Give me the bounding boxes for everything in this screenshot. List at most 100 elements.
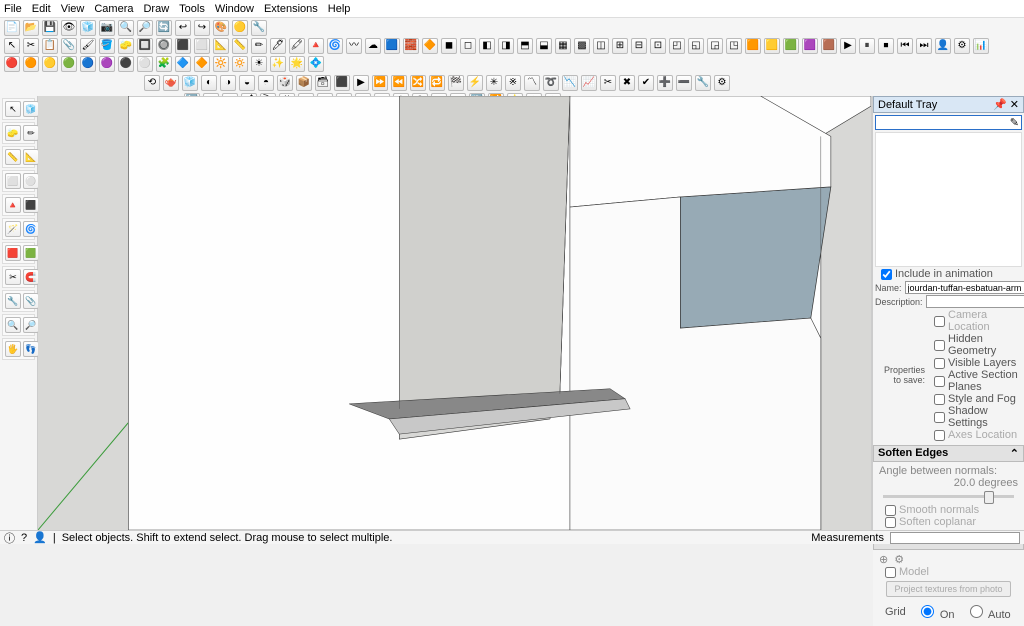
left-tool-0-1[interactable]: 🧊 [23, 101, 39, 117]
toolbar2-btn-18[interactable]: 〰 [346, 38, 362, 54]
toolbar2-btn-38[interactable]: ◳ [726, 38, 742, 54]
left-tool-9-0[interactable]: 🔍 [5, 317, 21, 333]
toolbar4-btn-2[interactable]: 🧊 [182, 75, 198, 91]
toolbar3-btn-0[interactable]: 🔴 [4, 56, 20, 72]
left-tool-10-1[interactable]: 👣 [23, 341, 39, 357]
toolbar2-btn-42[interactable]: 🟪 [802, 38, 818, 54]
toolbar2-btn-44[interactable]: ▶ [840, 38, 856, 54]
toolbar1-btn-2[interactable]: 💾 [42, 20, 58, 36]
toolbar2-btn-39[interactable]: 🟧 [745, 38, 761, 54]
left-tool-4-1[interactable]: ⬛ [23, 197, 39, 213]
toolbar4-btn-19[interactable]: ※ [505, 75, 521, 91]
toolbar2-btn-46[interactable]: ⏹ [878, 38, 894, 54]
chk-soften-coplanar[interactable]: Soften coplanar [885, 516, 1018, 528]
scenes-swatch[interactable]: ✎ [875, 115, 1022, 130]
toolbar3-btn-1[interactable]: 🟠 [23, 56, 39, 72]
toolbar4-btn-21[interactable]: ➰ [543, 75, 559, 91]
toolbar1-btn-0[interactable]: 📄 [4, 20, 20, 36]
radio-grid-auto[interactable]: Auto [965, 602, 1011, 621]
toolbar2-btn-29[interactable]: ▦ [555, 38, 571, 54]
chk-smooth-normals[interactable]: Smooth normals [885, 504, 1018, 516]
left-tool-10-0[interactable]: 🖐 [5, 341, 21, 357]
toolbar2-btn-16[interactable]: 🔺 [308, 38, 324, 54]
toolbar2-btn-33[interactable]: ⊟ [631, 38, 647, 54]
left-tool-9-1[interactable]: 🔎 [23, 317, 39, 333]
toolbar2-btn-51[interactable]: 📊 [973, 38, 989, 54]
toolbar4-btn-15[interactable]: 🔁 [429, 75, 445, 91]
toolbar4-btn-10[interactable]: ⬛ [334, 75, 350, 91]
toolbar3-btn-5[interactable]: 🟣 [99, 56, 115, 72]
toolbar4-btn-11[interactable]: ▶ [353, 75, 369, 91]
menu-extensions[interactable]: Extensions [264, 3, 318, 15]
toolbar2-btn-50[interactable]: ⚙ [954, 38, 970, 54]
toolbar2-btn-5[interactable]: 🪣 [99, 38, 115, 54]
toolbar1-btn-4[interactable]: 🧊 [80, 20, 96, 36]
toolbar3-btn-3[interactable]: 🟢 [61, 56, 77, 72]
toolbar2-btn-32[interactable]: ⊞ [612, 38, 628, 54]
toolbar4-btn-24[interactable]: ✂ [600, 75, 616, 91]
left-tool-7-0[interactable]: ✂ [5, 269, 21, 285]
left-tool-3-0[interactable]: ⬜ [5, 173, 21, 189]
menu-window[interactable]: Window [215, 3, 254, 15]
toolbar4-btn-29[interactable]: 🔧 [695, 75, 711, 91]
toolbar2-btn-14[interactable]: 🖊 [270, 38, 286, 54]
toolbar4-btn-20[interactable]: 〽 [524, 75, 540, 91]
soften-slider[interactable] [883, 495, 1014, 498]
toolbar4-btn-4[interactable]: ◑ [220, 75, 236, 91]
toolbar3-btn-2[interactable]: 🟡 [42, 56, 58, 72]
help-icon[interactable]: ? [21, 532, 27, 544]
menu-view[interactable]: View [61, 3, 85, 15]
toolbar1-btn-7[interactable]: 🔎 [137, 20, 153, 36]
toolbar2-btn-31[interactable]: ◫ [593, 38, 609, 54]
left-tool-6-0[interactable]: 🟥 [5, 245, 21, 261]
left-tool-1-0[interactable]: 🧽 [5, 125, 21, 141]
menu-camera[interactable]: Camera [94, 3, 133, 15]
panel-soften-edges[interactable]: Soften Edges⌃ [873, 445, 1024, 462]
toolbar2-btn-47[interactable]: ⏮ [897, 38, 913, 54]
toolbar2-btn-19[interactable]: ☁ [365, 38, 381, 54]
toolbar4-btn-6[interactable]: ◓ [258, 75, 274, 91]
toolbar2-btn-25[interactable]: ◧ [479, 38, 495, 54]
menu-edit[interactable]: Edit [32, 3, 51, 15]
toolbar2-btn-4[interactable]: 🖌 [80, 38, 96, 54]
match-add-icon[interactable]: ⊕ [879, 553, 888, 566]
menu-draw[interactable]: Draw [143, 3, 169, 15]
btn-project-textures[interactable]: Project textures from photo [886, 581, 1011, 597]
toolbar2-btn-24[interactable]: ◻ [460, 38, 476, 54]
toolbar4-btn-3[interactable]: ◐ [201, 75, 217, 91]
toolbar2-btn-0[interactable]: ↖ [4, 38, 20, 54]
toolbar3-btn-6[interactable]: ⚫ [118, 56, 134, 72]
left-tool-5-1[interactable]: 🌀 [23, 221, 39, 237]
chk-include-animation[interactable]: Include in animation [881, 268, 1022, 280]
chk-prop-4[interactable]: Style and Fog [934, 393, 1022, 405]
toolbar4-btn-26[interactable]: ✔ [638, 75, 654, 91]
toolbar3-btn-11[interactable]: 🔆 [213, 56, 229, 72]
toolbar1-btn-1[interactable]: 📂 [23, 20, 39, 36]
tray-pin-icon[interactable]: 📌 ✕ [993, 98, 1019, 111]
chk-prop-2[interactable]: Visible Layers [934, 357, 1022, 369]
left-tool-2-1[interactable]: 📐 [23, 149, 39, 165]
menu-file[interactable]: File [4, 3, 22, 15]
menu-tools[interactable]: Tools [179, 3, 205, 15]
toolbar4-btn-8[interactable]: 📦 [296, 75, 312, 91]
chk-prop-1[interactable]: Hidden Geometry [934, 333, 1022, 357]
toolbar4-btn-22[interactable]: 📉 [562, 75, 578, 91]
toolbar4-btn-0[interactable]: ⟲ [144, 75, 160, 91]
toolbar2-btn-10[interactable]: ⬜ [194, 38, 210, 54]
toolbar3-btn-14[interactable]: ✨ [270, 56, 286, 72]
toolbar2-btn-6[interactable]: 🧽 [118, 38, 134, 54]
toolbar2-btn-34[interactable]: ⊡ [650, 38, 666, 54]
toolbar4-btn-16[interactable]: 🏁 [448, 75, 464, 91]
menu-help[interactable]: Help [328, 3, 351, 15]
toolbar2-btn-8[interactable]: 🔘 [156, 38, 172, 54]
toolbar2-btn-7[interactable]: 🔲 [137, 38, 153, 54]
left-tool-0-0[interactable]: ↖ [5, 101, 21, 117]
left-tool-3-1[interactable]: ⚪ [23, 173, 39, 189]
toolbar4-btn-25[interactable]: ✖ [619, 75, 635, 91]
3d-viewport[interactable] [38, 96, 872, 530]
toolbar2-btn-28[interactable]: ⬓ [536, 38, 552, 54]
toolbar4-btn-5[interactable]: ◒ [239, 75, 255, 91]
toolbar4-btn-28[interactable]: ➖ [676, 75, 692, 91]
left-tool-2-0[interactable]: 📏 [5, 149, 21, 165]
toolbar3-btn-7[interactable]: ⚪ [137, 56, 153, 72]
